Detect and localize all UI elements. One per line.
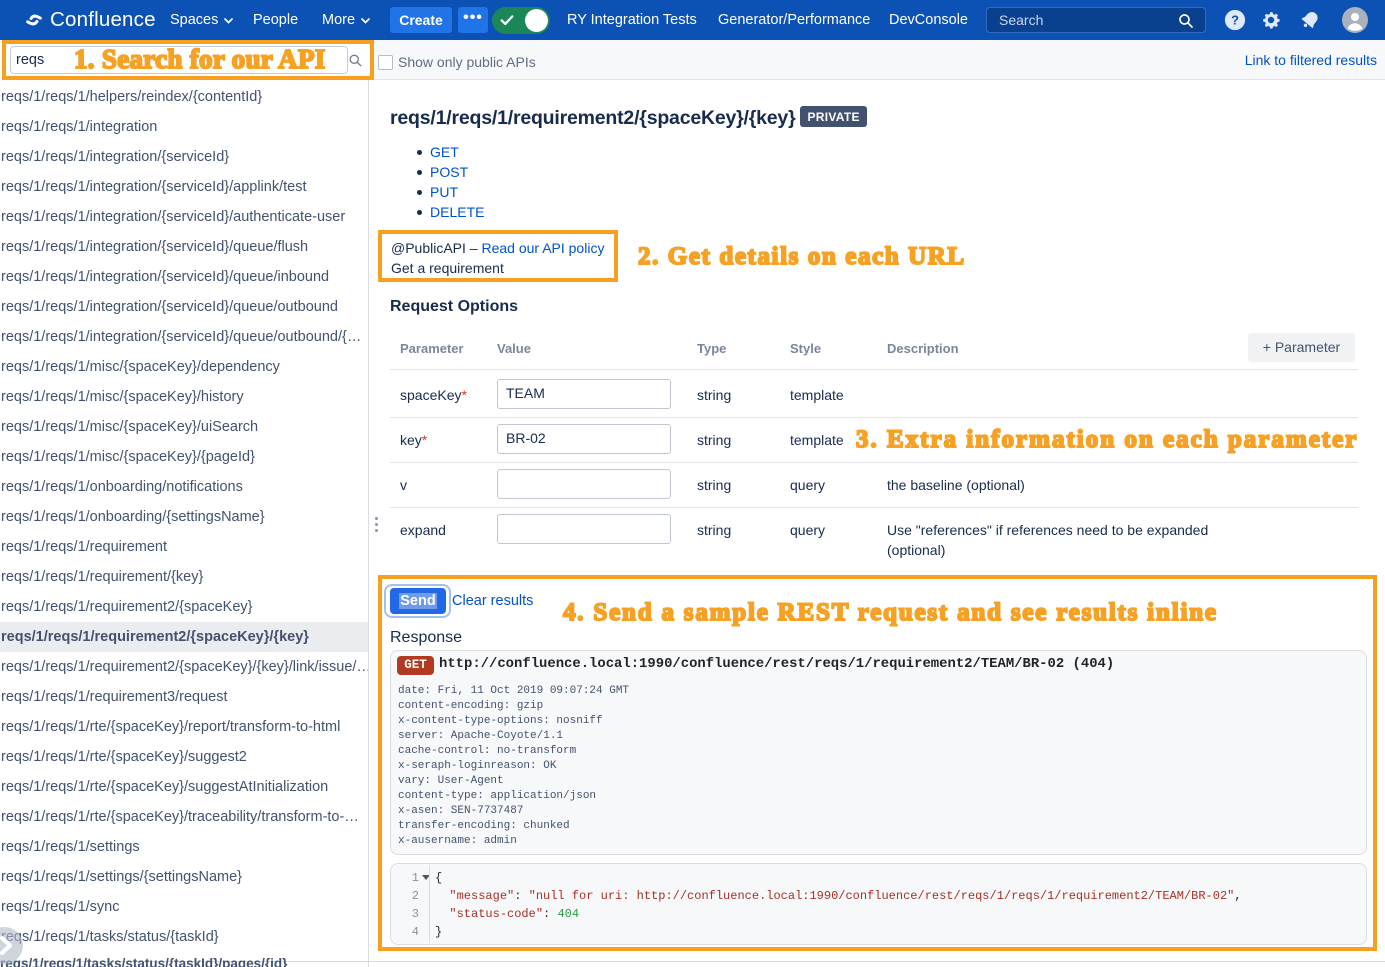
svg-text:?: ?	[1231, 13, 1239, 28]
